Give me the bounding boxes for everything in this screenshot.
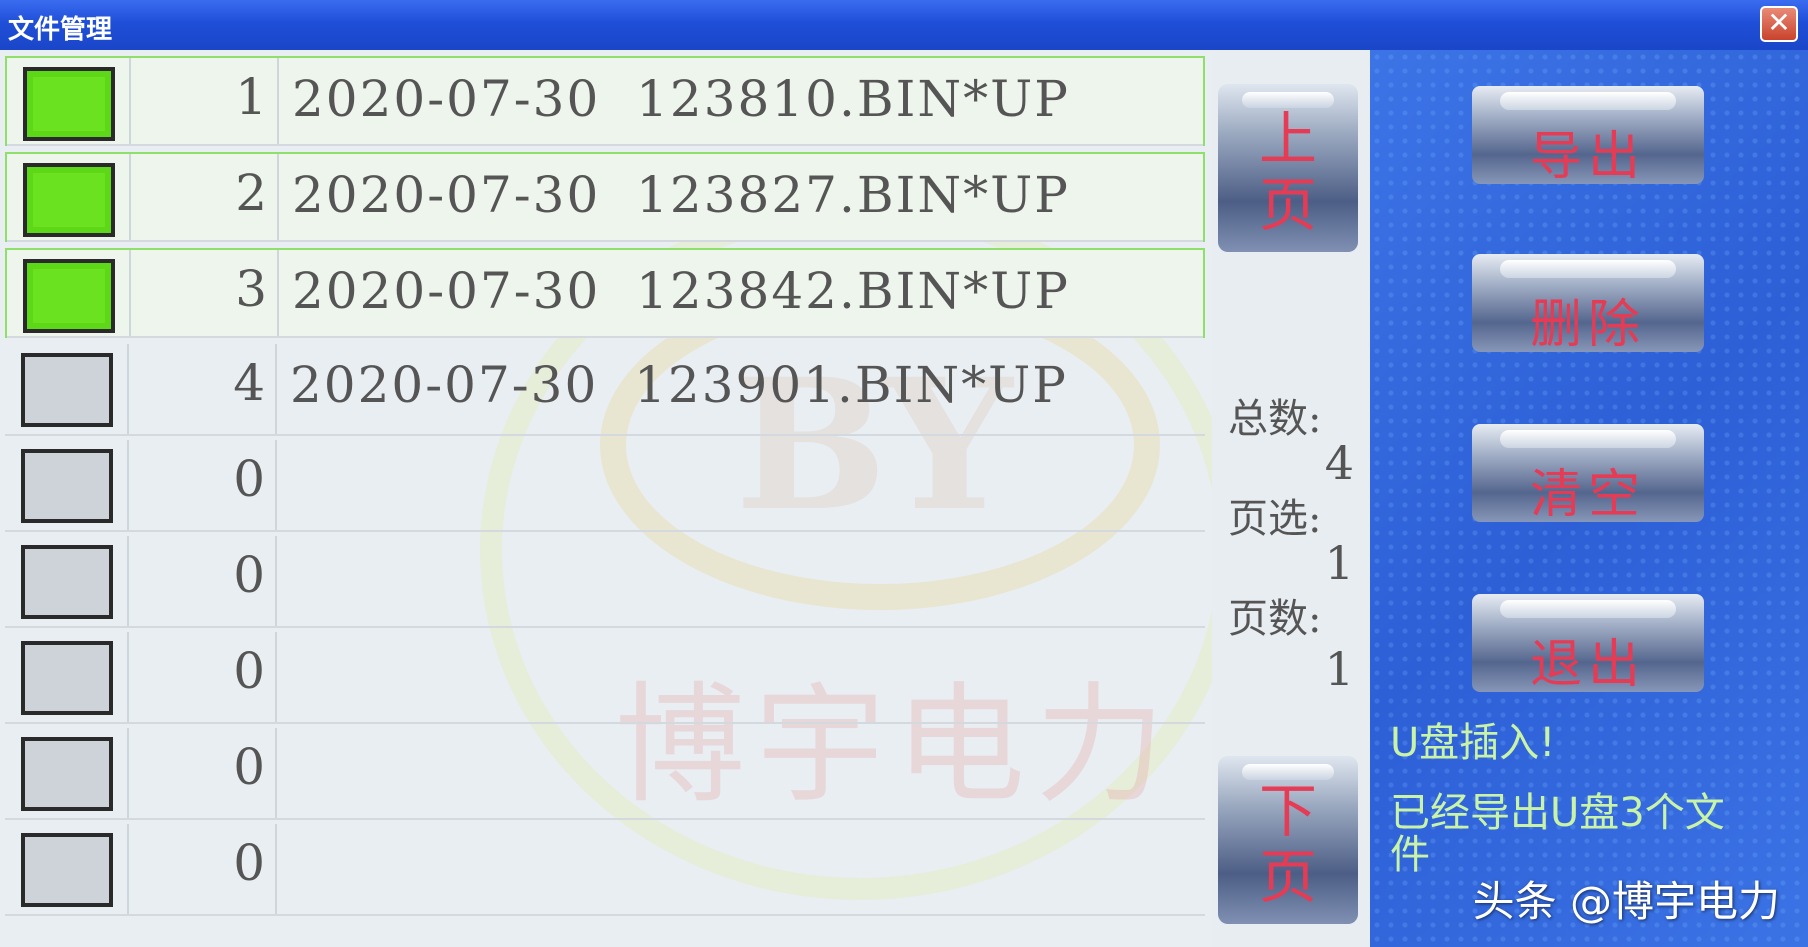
title-bar: 文件管理 ✕ xyxy=(0,0,1808,50)
row-checkbox[interactable] xyxy=(21,833,113,907)
column-divider xyxy=(275,536,277,626)
close-icon: ✕ xyxy=(1767,6,1791,39)
total-value: 4 xyxy=(1324,436,1354,490)
column-divider xyxy=(275,632,277,722)
total-label: 总数: xyxy=(1228,396,1322,442)
row-index: 0 xyxy=(233,546,265,604)
row-separator xyxy=(5,818,1205,820)
row-separator xyxy=(7,144,1203,146)
file-row[interactable]: 1 2020-07-30 123810.BIN*UP xyxy=(5,56,1205,146)
page-selected-label: 页选: xyxy=(1228,496,1322,542)
row-checkbox[interactable] xyxy=(21,449,113,523)
prev-page-button[interactable]: 上 页 xyxy=(1218,84,1358,252)
credit-watermark: 头条 @博宇电力 xyxy=(1472,877,1780,926)
row-filename: 2020-07-30 123810.BIN*UP xyxy=(292,70,1070,128)
column-divider xyxy=(277,154,279,240)
action-panel: 导出 删除 清空 退出 U盘插入! 已经导出U盘3个文件 头条 @博宇电力 xyxy=(1370,50,1808,947)
row-separator xyxy=(5,626,1205,628)
exit-button[interactable]: 退出 xyxy=(1472,594,1704,695)
file-list: BY 博宇电力 1 2020-07-30 123810.BIN*UP 2 2020-0… xyxy=(0,50,1240,947)
export-label: 导出 xyxy=(1529,127,1646,187)
file-row[interactable]: 4 2020-07-30 123901.BIN*UP xyxy=(5,344,1205,436)
column-divider xyxy=(275,824,277,914)
column-divider xyxy=(129,250,131,336)
row-index: 0 xyxy=(233,738,265,796)
row-filename: 2020-07-30 123827.BIN*UP xyxy=(292,166,1070,224)
row-separator xyxy=(5,530,1205,532)
export-button[interactable]: 导出 xyxy=(1472,86,1704,187)
row-index: 1 xyxy=(235,68,267,126)
file-row[interactable]: 0 xyxy=(5,824,1205,916)
file-row[interactable]: 0 xyxy=(5,440,1205,532)
window-title: 文件管理 xyxy=(8,15,113,45)
prev-page-label-1: 上 xyxy=(1258,105,1317,173)
row-checkbox[interactable] xyxy=(21,737,113,811)
file-row[interactable]: 3 2020-07-30 123842.BIN*UP xyxy=(5,248,1205,338)
row-index: 0 xyxy=(233,450,265,508)
row-separator xyxy=(5,434,1205,436)
page-count-value: 1 xyxy=(1324,642,1354,696)
export-status-message: 已经导出U盘3个文件 xyxy=(1390,790,1725,878)
row-index: 0 xyxy=(233,642,265,700)
clear-label: 清空 xyxy=(1529,465,1646,525)
column-divider xyxy=(275,728,277,818)
next-page-label-1: 下 xyxy=(1258,777,1317,845)
paging-column: 上 页 总数: 4 页选: 1 页数: 1 下 页 xyxy=(1212,50,1370,947)
column-divider xyxy=(127,440,129,530)
row-index: 3 xyxy=(235,260,267,318)
file-row[interactable]: 0 xyxy=(5,536,1205,628)
button-highlight xyxy=(1500,92,1676,110)
file-manager-window: 文件管理 ✕ BY 博宇电力 1 2020-07-30 123810.BIN*UP… xyxy=(0,0,1808,947)
column-divider xyxy=(277,250,279,336)
column-divider xyxy=(275,440,277,530)
row-filename: 2020-07-30 123842.BIN*UP xyxy=(292,262,1070,320)
clear-button[interactable]: 清空 xyxy=(1472,424,1704,525)
row-checkbox[interactable] xyxy=(23,259,115,333)
row-separator xyxy=(5,914,1205,916)
file-row[interactable]: 2 2020-07-30 123827.BIN*UP xyxy=(5,152,1205,242)
page-selected-value: 1 xyxy=(1324,536,1354,590)
column-divider xyxy=(127,536,129,626)
row-filename: 2020-07-30 123901.BIN*UP xyxy=(290,356,1068,414)
button-highlight xyxy=(1500,430,1676,448)
next-page-button[interactable]: 下 页 xyxy=(1218,756,1358,924)
column-divider xyxy=(127,824,129,914)
column-divider xyxy=(129,154,131,240)
row-index: 0 xyxy=(233,834,265,892)
row-index: 2 xyxy=(235,164,267,222)
exit-label: 退出 xyxy=(1529,635,1646,695)
row-checkbox[interactable] xyxy=(21,641,113,715)
button-highlight xyxy=(1500,600,1676,618)
row-separator xyxy=(5,722,1205,724)
prev-page-label-2: 页 xyxy=(1258,171,1317,239)
column-divider xyxy=(277,58,279,144)
row-checkbox[interactable] xyxy=(23,163,115,237)
column-divider xyxy=(129,58,131,144)
column-divider xyxy=(127,344,129,434)
button-highlight xyxy=(1500,260,1676,278)
row-checkbox[interactable] xyxy=(21,353,113,427)
delete-label: 删除 xyxy=(1529,295,1646,355)
row-index: 4 xyxy=(233,354,265,412)
row-checkbox[interactable] xyxy=(21,545,113,619)
page-count-label: 页数: xyxy=(1228,596,1322,642)
next-page-label-2: 页 xyxy=(1258,843,1317,911)
column-divider xyxy=(275,344,277,434)
row-separator xyxy=(7,240,1203,242)
column-divider xyxy=(127,632,129,722)
file-row[interactable]: 0 xyxy=(5,632,1205,724)
row-checkbox[interactable] xyxy=(23,67,115,141)
close-button[interactable]: ✕ xyxy=(1760,6,1798,42)
usb-status: U盘插入! xyxy=(1390,720,1556,766)
column-divider xyxy=(127,728,129,818)
delete-button[interactable]: 删除 xyxy=(1472,254,1704,355)
row-separator xyxy=(7,336,1203,338)
file-row[interactable]: 0 xyxy=(5,728,1205,820)
